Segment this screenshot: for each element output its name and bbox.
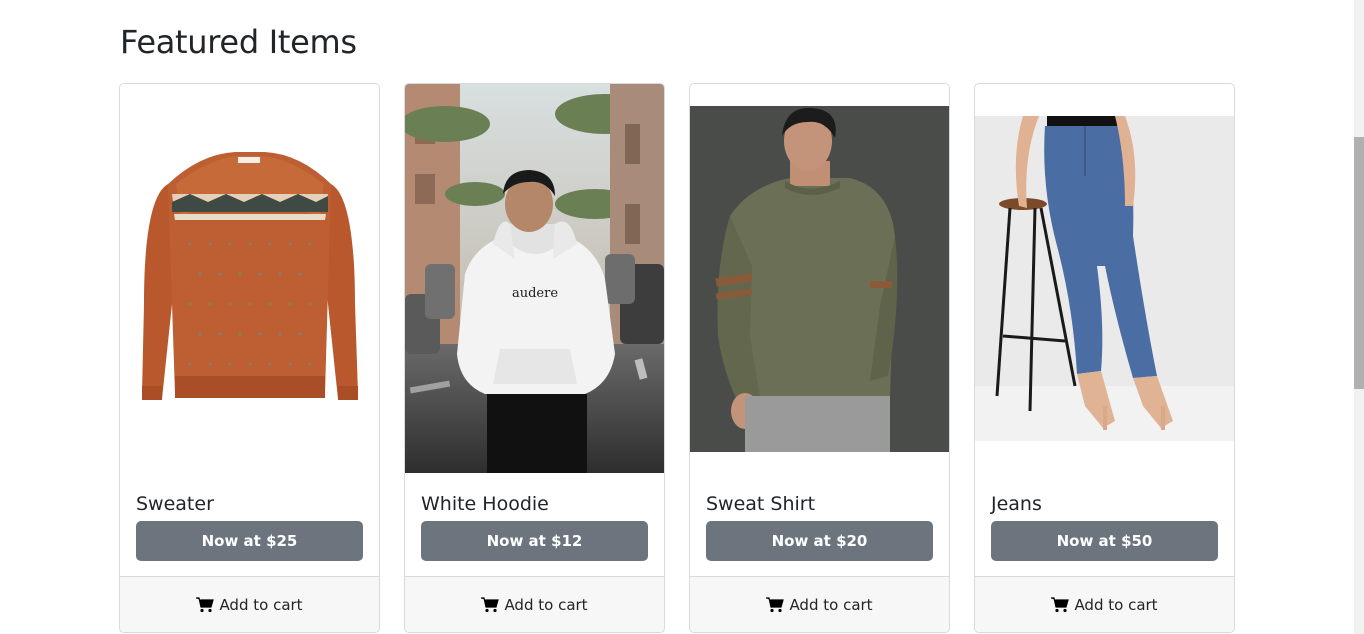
price-button[interactable]: Now at $12 (421, 521, 648, 561)
product-image-sweat-shirt[interactable] (690, 106, 949, 452)
cart-icon (766, 596, 785, 612)
product-image-jeans[interactable] (975, 116, 1234, 441)
hoodie-print-text: audere (512, 286, 558, 301)
product-title: Sweat Shirt (706, 493, 816, 515)
add-to-cart-label: Add to cart (504, 595, 588, 614)
product-title: Sweater (136, 493, 214, 515)
cart-icon (196, 596, 215, 612)
add-to-cart-button[interactable]: Add to cart (120, 576, 379, 632)
add-to-cart-button[interactable]: Add to cart (405, 576, 664, 632)
page-title: Featured Items (120, 23, 357, 61)
product-title: Jeans (991, 493, 1042, 515)
cart-icon (481, 596, 500, 612)
price-button[interactable]: Now at $25 (136, 521, 363, 561)
product-card-jeans: Jeans Now at $50 Add to cart (974, 83, 1235, 633)
product-card-sweater: Sweater Now at $25 Add to cart (119, 83, 380, 633)
price-button[interactable]: Now at $50 (991, 521, 1218, 561)
product-card-white-hoodie: audere White Hoodie Now at $12 Add to ca… (404, 83, 665, 633)
product-title: White Hoodie (421, 493, 549, 515)
add-to-cart-label: Add to cart (789, 595, 873, 614)
add-to-cart-button[interactable]: Add to cart (975, 576, 1234, 632)
add-to-cart-label: Add to cart (1074, 595, 1158, 614)
cart-icon (1051, 596, 1070, 612)
add-to-cart-label: Add to cart (219, 595, 303, 614)
price-button[interactable]: Now at $20 (706, 521, 933, 561)
add-to-cart-button[interactable]: Add to cart (690, 576, 949, 632)
product-card-sweat-shirt: Sweat Shirt Now at $20 Add to cart (689, 83, 950, 633)
scrollbar-thumb[interactable] (1354, 137, 1364, 389)
product-image-white-hoodie[interactable]: audere (405, 84, 664, 473)
product-image-sweater[interactable] (120, 124, 379, 424)
